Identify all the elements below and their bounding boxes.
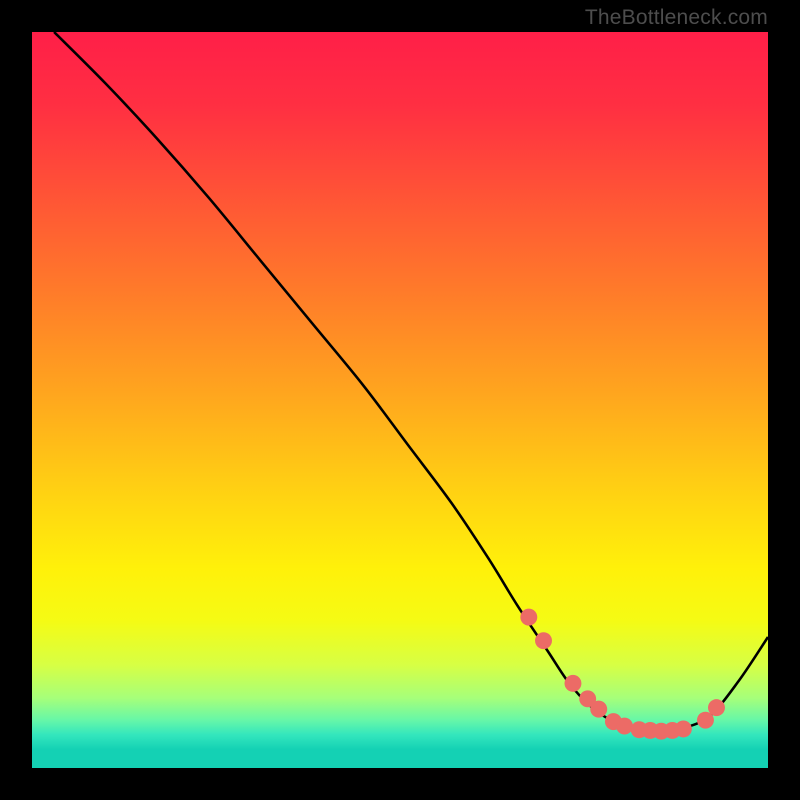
chart-frame: TheBottleneck.com [0,0,800,800]
highlight-dot [616,718,633,735]
highlight-dot [708,699,725,716]
highlight-dot [590,701,607,718]
highlight-dot [535,632,552,649]
highlight-dot [520,609,537,626]
attribution-text: TheBottleneck.com [585,6,768,30]
highlight-dots [520,609,725,740]
plot-area [32,32,768,768]
curve-layer [32,32,768,768]
highlight-dot [564,675,581,692]
bottleneck-curve [54,32,768,731]
highlight-dot [675,721,692,738]
